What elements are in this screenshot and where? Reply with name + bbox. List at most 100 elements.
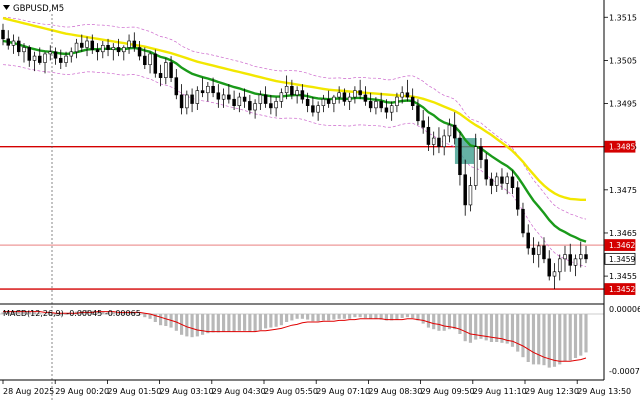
candle-bull xyxy=(536,245,541,255)
price-label-text: 1.3459 xyxy=(609,255,635,264)
candle-bull xyxy=(11,40,16,46)
candle-bear xyxy=(484,159,488,180)
candle-bull xyxy=(22,47,26,53)
candle-bear xyxy=(90,40,95,50)
candle-bear xyxy=(116,47,121,53)
candle-bear xyxy=(95,49,100,53)
candle-bull xyxy=(295,90,299,96)
candle-bear xyxy=(531,247,536,255)
candle-bull xyxy=(85,40,89,48)
candle-bull xyxy=(557,258,562,273)
candle-bear xyxy=(568,254,572,266)
candle-bear xyxy=(515,187,520,210)
candle-bear xyxy=(263,94,268,104)
candle-bull xyxy=(573,258,578,266)
candle-bull xyxy=(69,51,74,57)
candle-bull xyxy=(374,101,378,109)
candle-bear xyxy=(458,137,462,176)
candle-bear xyxy=(542,245,546,260)
time-tick-label: 29 Aug 11:10 xyxy=(473,387,527,396)
candle-bear xyxy=(38,55,42,63)
price-tick-label: 1.3465 xyxy=(609,229,637,238)
time-tick-label: 29 Aug 05:50 xyxy=(264,387,318,396)
candle-bear xyxy=(410,96,415,106)
candle-bear xyxy=(584,254,588,260)
candle-bear xyxy=(179,94,184,109)
candle-bear xyxy=(452,124,457,139)
candle-bear xyxy=(342,92,347,102)
candle-bear xyxy=(405,92,410,98)
candle-bull xyxy=(389,105,394,113)
candle-bear xyxy=(6,38,10,46)
time-axis[interactable]: 28 Aug 2025 29 Aug 00:2029 Aug 01:5029 Au… xyxy=(0,379,631,396)
candle-bear xyxy=(421,120,425,128)
candle-bear xyxy=(232,98,236,106)
candle-bull xyxy=(258,94,263,104)
candle-bear xyxy=(547,258,551,277)
window-title: GBPUSD,M5 xyxy=(3,4,64,14)
candle-bull xyxy=(316,105,320,113)
candle-bear xyxy=(17,40,21,53)
candle-bear xyxy=(200,90,205,94)
candle-bear xyxy=(53,51,58,59)
candle-bull xyxy=(74,42,79,53)
candle-bear xyxy=(269,103,273,109)
price-tick-label: 1.3495 xyxy=(609,100,637,109)
candle-bull xyxy=(431,137,436,145)
trading-chart[interactable]: GBPUSD,M5 MACD(12,26,9) -0.00045 -0.0006… xyxy=(0,0,640,401)
candle-bear xyxy=(132,40,137,48)
candle-bull xyxy=(505,176,509,184)
macd-label: MACD(12,26,9) -0.00045 -0.00065 xyxy=(3,309,141,318)
candle-bear xyxy=(500,176,504,184)
candle-bear xyxy=(384,107,389,113)
time-tick-label: 29 Aug 00:20 xyxy=(55,387,109,396)
time-tick-label: 29 Aug 09:50 xyxy=(421,387,475,396)
candle-bear xyxy=(290,85,294,96)
candle-bear xyxy=(106,44,110,50)
window-title-text: GBPUSD,M5 xyxy=(13,4,64,14)
time-tick-label: 28 Aug 2025 xyxy=(3,387,54,396)
candle-bear xyxy=(379,101,383,109)
macd-tick-label: 0.00006 xyxy=(609,305,640,314)
candle-bull xyxy=(206,85,210,94)
candle-bull xyxy=(468,185,473,206)
time-tick-label: 29 Aug 12:30 xyxy=(525,387,579,396)
time-tick-label: 29 Aug 04:30 xyxy=(212,387,266,396)
candle-bull xyxy=(400,92,404,98)
time-tick-label: 29 Aug 03:10 xyxy=(160,387,214,396)
candle-bear xyxy=(326,98,331,104)
candle-bear xyxy=(153,53,158,74)
candle-bull xyxy=(64,55,68,63)
candle-bear xyxy=(211,85,215,94)
candle-bull xyxy=(321,98,326,106)
candle-bear xyxy=(489,178,494,186)
candle-bear xyxy=(190,94,194,104)
candle-bull xyxy=(447,124,452,137)
candle-bull xyxy=(347,96,352,102)
candle-bear xyxy=(416,105,420,122)
price-label-text: 1.3452 xyxy=(609,285,635,294)
candle-bear xyxy=(437,137,441,147)
candle-bull xyxy=(332,96,336,104)
candle-bull xyxy=(221,94,226,100)
candle-bear xyxy=(363,94,368,102)
price-tick-label: 1.3455 xyxy=(609,272,637,281)
macd-pane[interactable]: MACD(12,26,9) -0.00045 -0.00065 xyxy=(0,303,604,368)
candle-bear xyxy=(80,42,84,48)
candle-bear xyxy=(311,105,315,113)
time-tick-labels: 28 Aug 2025 29 Aug 00:2029 Aug 01:5029 Au… xyxy=(2,380,631,396)
candle-bear xyxy=(143,55,147,66)
candle-bull xyxy=(353,90,357,98)
macd-histogram xyxy=(1,310,588,368)
candle-bear xyxy=(426,126,431,145)
price-tick-label: 1.3515 xyxy=(609,13,637,22)
candle-bear xyxy=(479,146,483,160)
price-tick-label: 1.3505 xyxy=(609,56,637,65)
macd-signal-line xyxy=(3,311,587,362)
price-axis[interactable]: 1.3515 1.3505 1.3495 1.3485 1.3475 1.3465 1.34… xyxy=(603,0,640,380)
candle-bear xyxy=(521,208,525,234)
macd-tick-label: -0.00071 xyxy=(609,367,640,376)
candle-bear xyxy=(526,232,530,249)
candle-bear xyxy=(59,57,63,63)
time-tick-label: 29 Aug 07:10 xyxy=(316,387,370,396)
